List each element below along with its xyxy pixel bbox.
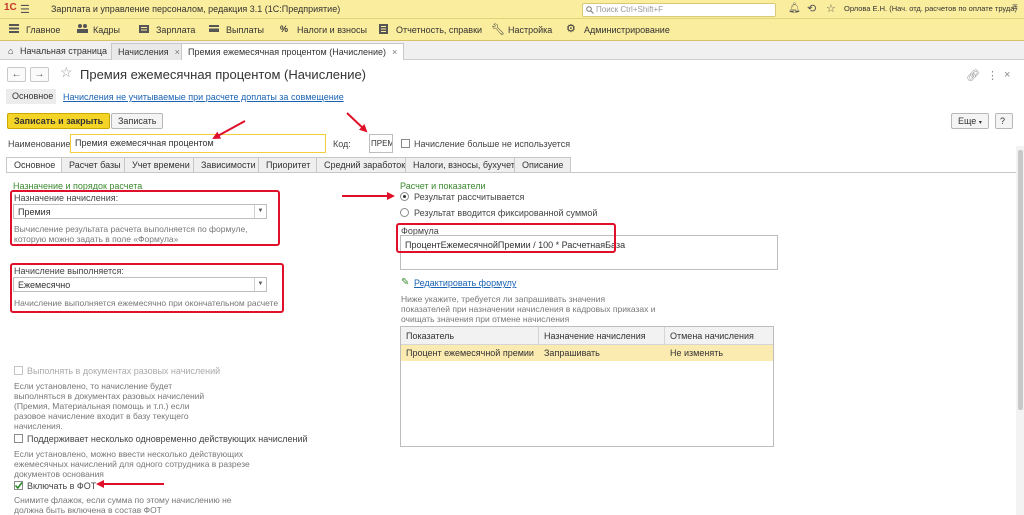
annotation-arrow-code	[346, 112, 368, 133]
annotation-arrows	[96, 112, 395, 488]
annotation-arrow-name	[212, 120, 246, 139]
